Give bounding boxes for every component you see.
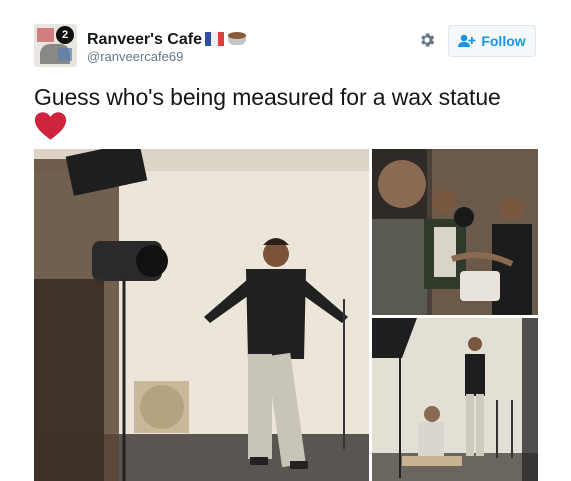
user-handle[interactable]: @ranveercafe69 (87, 49, 183, 64)
avatar-art (37, 28, 54, 42)
photo-top-right[interactable] (372, 149, 538, 315)
add-user-icon (458, 34, 476, 47)
follow-label: Follow (481, 33, 526, 49)
photo-bottom-right-image (372, 318, 538, 481)
tweet-text: Guess who's being measured for a wax sta… (34, 84, 501, 110)
avatar-art (58, 48, 72, 61)
cake-icon (227, 29, 247, 47)
avatar-badge: 2 (56, 26, 74, 44)
user-name-text: Ranveer's Cafe (87, 31, 202, 48)
france-flag-icon (204, 32, 224, 46)
photo-main-image (34, 149, 369, 481)
photo-main[interactable] (34, 149, 369, 481)
gear-icon[interactable] (418, 31, 436, 49)
avatar[interactable]: 2 (34, 24, 77, 67)
photo-top-right-image (372, 149, 538, 315)
follow-button[interactable]: Follow (448, 25, 536, 57)
photo-bottom-right[interactable] (372, 318, 538, 481)
user-display-name[interactable]: Ranveer's Cafe (87, 29, 247, 49)
heart-emoji-icon (34, 112, 67, 140)
